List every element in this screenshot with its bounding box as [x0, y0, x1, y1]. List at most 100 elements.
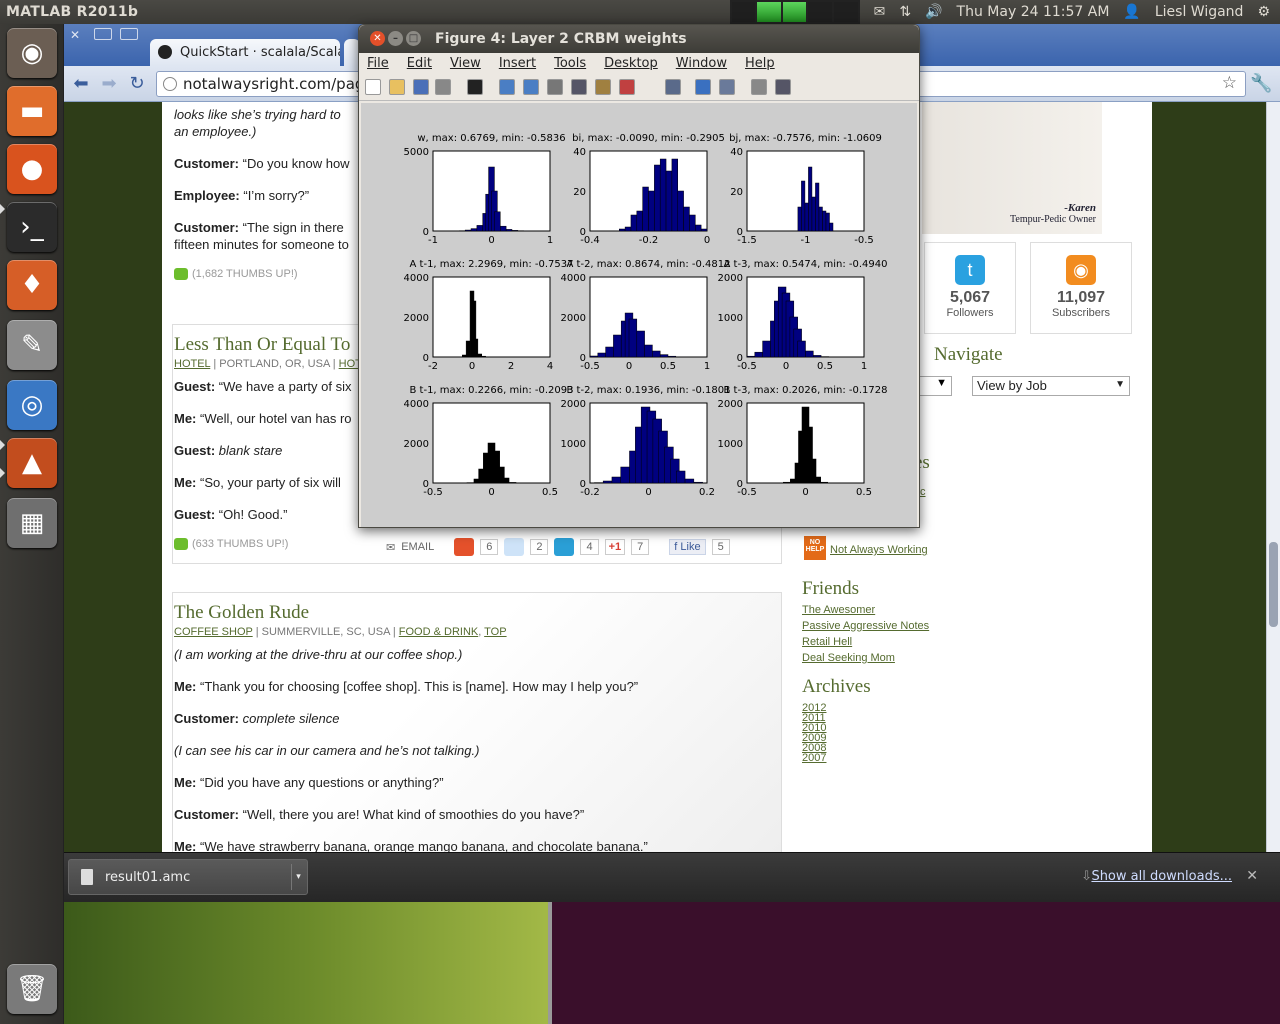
- post-title[interactable]: The Golden Rude: [174, 602, 782, 624]
- reddit-icon[interactable]: [504, 538, 525, 556]
- volume-icon[interactable]: 🔊: [925, 4, 942, 20]
- maximize-window-icon[interactable]: [120, 28, 138, 40]
- data-cursor-icon[interactable]: [595, 79, 611, 95]
- brush-icon[interactable]: [619, 79, 635, 95]
- friend-link[interactable]: The Awesomer: [802, 604, 929, 616]
- colorbar-icon[interactable]: [695, 79, 711, 95]
- rss-subscribers-box[interactable]: ◉ 11,097 Subscribers: [1030, 242, 1132, 334]
- zoom-out-icon[interactable]: [523, 79, 539, 95]
- matlab-icon[interactable]: ▲: [7, 438, 57, 488]
- terminal-icon[interactable]: ›_: [7, 202, 57, 252]
- email-icon[interactable]: ✉: [386, 541, 395, 554]
- histogram-title: B t-3, max: 0.2026, min: -0.1728: [724, 385, 888, 396]
- tab-quickstart[interactable]: QuickStart · scalala/Scalala: [150, 39, 340, 66]
- gplus-button[interactable]: +1: [604, 539, 626, 555]
- legend-icon[interactable]: [719, 79, 735, 95]
- pointer-icon[interactable]: [467, 79, 483, 95]
- histogram-bar: [797, 206, 802, 232]
- category-link[interactable]: HOTEL: [174, 358, 210, 370]
- system-monitor-applet[interactable]: [729, 0, 860, 24]
- mail-icon[interactable]: ✉: [874, 4, 886, 20]
- archive-year-link[interactable]: 2007: [802, 752, 826, 764]
- histogram-bar: [684, 478, 695, 484]
- hide-tools-icon[interactable]: [751, 79, 767, 95]
- files-icon[interactable]: ▬: [7, 86, 57, 136]
- link-icon[interactable]: [665, 79, 681, 95]
- download-item[interactable]: result01.amc ▾: [68, 859, 308, 895]
- histogram-bar: [642, 186, 649, 232]
- clock[interactable]: Thu May 24 11:57 AM: [957, 4, 1110, 20]
- network-icon[interactable]: ⇅: [899, 4, 911, 20]
- new-icon[interactable]: [365, 79, 381, 95]
- open-icon[interactable]: [389, 79, 405, 95]
- menu-file[interactable]: File: [367, 56, 389, 75]
- software-center-icon[interactable]: ♦: [7, 260, 57, 310]
- x-tick-label: 0.2: [699, 487, 715, 498]
- ad-banner[interactable]: -Karen Tempur-Pedic Owner: [922, 102, 1102, 234]
- friend-link[interactable]: Retail Hell: [802, 636, 929, 648]
- twitter-followers-box[interactable]: t 5,067 Followers: [924, 242, 1016, 334]
- menu-window[interactable]: Window: [676, 56, 727, 75]
- x-tick-label: 0: [783, 361, 789, 372]
- minimize-window-icon[interactable]: –: [388, 31, 403, 46]
- user-name[interactable]: Liesl Wigand: [1155, 4, 1244, 20]
- facebook-like-button[interactable]: f Like: [669, 539, 706, 555]
- histogram-bar: [797, 340, 806, 358]
- friend-link[interactable]: Deal Seeking Mom: [802, 652, 929, 664]
- minimize-window-icon[interactable]: [94, 28, 112, 40]
- menu-help[interactable]: Help: [745, 56, 775, 75]
- show-all-downloads-link[interactable]: Show all downloads...: [1091, 869, 1232, 884]
- menu-tools[interactable]: Tools: [554, 56, 586, 75]
- stumbleupon-icon[interactable]: [454, 538, 475, 556]
- dock-icon[interactable]: [775, 79, 791, 95]
- not-always-working-link[interactable]: Not Always Working: [830, 544, 928, 556]
- email-link[interactable]: EMAIL: [401, 541, 434, 553]
- save-icon[interactable]: [413, 79, 429, 95]
- menu-desktop[interactable]: Desktop: [604, 56, 658, 75]
- zoom-in-icon[interactable]: [499, 79, 515, 95]
- firefox-icon[interactable]: ●: [7, 144, 57, 194]
- post-text: an employee.): [174, 124, 257, 139]
- close-window-icon[interactable]: ✕: [370, 31, 385, 46]
- tag-link[interactable]: TOP: [484, 626, 506, 638]
- friend-link[interactable]: Passive Aggressive Notes: [802, 620, 929, 632]
- maximize-window-icon[interactable]: □: [406, 31, 421, 46]
- chromium-icon[interactable]: ◎: [7, 380, 57, 430]
- x-tick-label: 0: [704, 235, 710, 246]
- scrollbar-thumb[interactable]: [1269, 542, 1278, 627]
- chevron-down-icon[interactable]: ▾: [291, 864, 305, 890]
- rotate-icon[interactable]: [571, 79, 587, 95]
- post-text: “Thank you for choosing [coffee shop]. T…: [196, 679, 639, 694]
- text-editor-icon[interactable]: ✎: [7, 320, 57, 370]
- histogram-title: bi, max: -0.0090, min: -0.2905: [572, 133, 725, 144]
- back-icon[interactable]: ⬅: [70, 73, 92, 95]
- menu-insert[interactable]: Insert: [499, 56, 536, 75]
- trash-icon[interactable]: 🗑: [7, 964, 57, 1014]
- tag-link[interactable]: FOOD & DRINK: [399, 626, 478, 638]
- workspace-switcher-icon[interactable]: ▦: [7, 498, 57, 548]
- session-gear-icon[interactable]: ⚙: [1257, 4, 1270, 20]
- category-link[interactable]: COFFEE SHOP: [174, 626, 253, 638]
- speaker: Customer:: [174, 807, 240, 822]
- twitter-icon[interactable]: [554, 538, 575, 556]
- bookmark-star-icon[interactable]: ☆: [1222, 73, 1237, 93]
- reload-icon[interactable]: ↻: [126, 73, 148, 95]
- ubuntu-dash-icon[interactable]: ◉: [7, 28, 57, 78]
- pan-icon[interactable]: [547, 79, 563, 95]
- menu-edit[interactable]: Edit: [407, 56, 432, 75]
- y-tick-label: 0: [737, 353, 743, 364]
- partial-link[interactable]: c: [920, 486, 926, 498]
- wrench-icon[interactable]: 🔧: [1250, 73, 1272, 95]
- histogram-bar: [464, 229, 472, 232]
- view-by-job-select[interactable]: View by Job ▼: [972, 376, 1130, 396]
- print-icon[interactable]: [435, 79, 451, 95]
- x-tick-label: 0: [469, 361, 475, 372]
- close-icon[interactable]: ✕: [1246, 868, 1258, 884]
- menu-view[interactable]: View: [450, 56, 481, 75]
- forward-icon[interactable]: ➡: [98, 73, 120, 95]
- x-tick-label: -1: [801, 235, 811, 246]
- page-scrollbar[interactable]: [1266, 102, 1280, 852]
- close-window-icon[interactable]: ✕: [70, 28, 80, 42]
- download-arrow-icon: ⇩: [1081, 869, 1092, 884]
- histogram-bar: [611, 476, 621, 484]
